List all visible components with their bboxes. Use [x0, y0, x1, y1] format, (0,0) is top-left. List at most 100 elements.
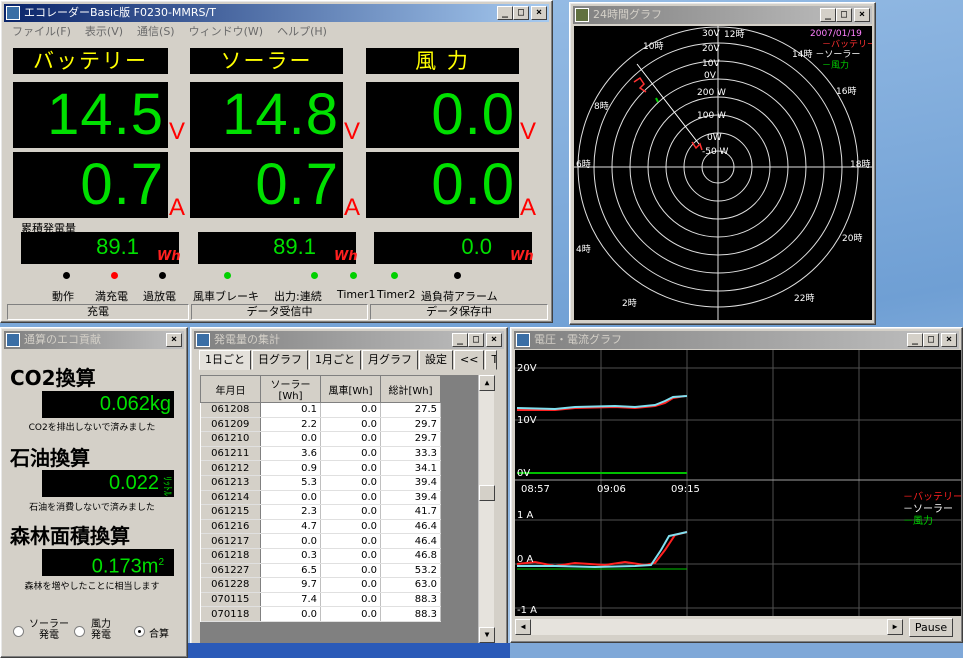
table-row[interactable]: 061218 0.3 0.0 46.8	[200, 548, 441, 564]
cell-wind: 0.0	[320, 417, 381, 433]
cell-date: 061209	[200, 417, 261, 433]
led-wind-brake	[224, 272, 231, 279]
cell-date: 061218	[200, 548, 261, 564]
vi-maximize-button[interactable]: □	[923, 333, 939, 347]
summary-titlebar[interactable]: 発電量の集計 _ □ ×	[194, 331, 504, 349]
close-button[interactable]: ×	[531, 6, 547, 20]
table-row[interactable]: 061208 0.1 0.0 27.5	[200, 402, 441, 418]
cell-solar: 6.5	[260, 563, 321, 579]
oil-unit: ﾘｯﾄﾙ	[161, 476, 172, 496]
cell-solar: 0.0	[260, 490, 321, 506]
cell-date: 061215	[200, 504, 261, 520]
cell-date: 061212	[200, 460, 261, 476]
led-full-charge	[111, 272, 118, 279]
x-label-0857: 08:57	[521, 484, 550, 495]
table-row[interactable]: 061215 2.3 0.0 41.7	[200, 504, 441, 520]
hour-22: 22時	[794, 293, 814, 304]
polar-titlebar[interactable]: 24時間グラフ _ □ ×	[573, 6, 872, 24]
pause-button[interactable]: Pause	[909, 618, 953, 637]
tab-scroll-right[interactable]: T	[485, 350, 498, 370]
ring-label-20v: 20V	[702, 44, 720, 54]
col-wind[interactable]: 風車[Wh]	[320, 375, 381, 403]
tab-settings[interactable]: 設定	[419, 350, 453, 370]
maximize-button[interactable]: □	[513, 6, 529, 20]
col-total[interactable]: 総計[Wh]	[380, 375, 441, 403]
cumulative-solar: 89.1	[198, 232, 356, 264]
scroll-up-button[interactable]: ▲	[479, 375, 495, 391]
menu-view[interactable]: 表示(V)	[85, 23, 123, 41]
cell-wind: 0.0	[320, 446, 381, 462]
col-solar[interactable]: ソーラー[Wh]	[260, 375, 321, 403]
table-row[interactable]: 070115 7.4 0.0 88.3	[200, 592, 441, 608]
menu-window[interactable]: ウィンドウ(W)	[189, 23, 263, 41]
cell-date: 061217	[200, 533, 261, 549]
vi-titlebar[interactable]: 電圧・電流グラフ _ □ ×	[514, 331, 959, 349]
table-row[interactable]: 061212 0.9 0.0 34.1	[200, 460, 441, 476]
vi-app-icon	[516, 333, 530, 347]
summary-minimize-button[interactable]: _	[452, 333, 468, 347]
tab-monthly[interactable]: 1月ごと	[309, 350, 361, 370]
vi-legend-battery: －バッテリー	[903, 491, 961, 503]
vi-close-button[interactable]: ×	[941, 333, 957, 347]
led-overload	[454, 272, 461, 279]
taskbar-strip	[188, 643, 510, 658]
menu-comm[interactable]: 通信(S)	[137, 23, 175, 41]
tab-daily[interactable]: 1日ごと	[199, 350, 251, 370]
summary-close-button[interactable]: ×	[486, 333, 502, 347]
x-label-0915: 09:15	[671, 484, 700, 495]
eco-close-button[interactable]: ×	[166, 333, 182, 347]
summary-maximize-button[interactable]: □	[468, 333, 484, 347]
table-row[interactable]: 070118 0.0 0.0 88.3	[200, 606, 441, 622]
vi-chart: 20V 10V 0V 08:57 09:06 09:15 1 A 0 A -1 …	[515, 350, 961, 616]
table-row[interactable]: 061228 9.7 0.0 63.0	[200, 577, 441, 593]
menu-help[interactable]: ヘルプ(H)	[277, 23, 327, 41]
polar-app-icon	[575, 8, 589, 22]
co2-title: CO2換算	[10, 366, 96, 390]
radio-total[interactable]	[134, 626, 145, 637]
scroll-thumb[interactable]	[479, 485, 495, 501]
vi-hscrollbar[interactable]: ◀ ▶	[515, 619, 903, 635]
status-receiving: データ受信中	[191, 304, 368, 320]
table-row[interactable]: 061209 2.2 0.0 29.7	[200, 417, 441, 433]
vi-minimize-button[interactable]: _	[907, 333, 923, 347]
tab-scroll-left[interactable]: <<	[454, 350, 485, 370]
wind-voltage-unit: V	[520, 118, 537, 145]
polar-maximize-button[interactable]: □	[836, 8, 852, 22]
vi-scroll-left-button[interactable]: ◀	[515, 619, 531, 635]
main-titlebar[interactable]: エコレーダーBasic版 F0230-MMRS/T _ □ ×	[4, 4, 549, 22]
table-row[interactable]: 061213 5.3 0.0 39.4	[200, 475, 441, 491]
table-row[interactable]: 061217 0.0 0.0 46.4	[200, 533, 441, 549]
menu-file[interactable]: ファイル(F)	[12, 23, 71, 41]
table-row[interactable]: 061210 0.0 0.0 29.7	[200, 431, 441, 447]
radio-solar[interactable]	[13, 626, 24, 637]
col-date[interactable]: 年月日	[200, 375, 261, 403]
table-row[interactable]: 061227 6.5 0.0 53.2	[200, 563, 441, 579]
table-header-row: 年月日 ソーラー[Wh] 風車[Wh] 総計[Wh]	[200, 375, 441, 403]
wind-voltage: 0.0	[366, 82, 519, 148]
app-icon	[6, 6, 20, 20]
tab-monthly-graph[interactable]: 月グラフ	[362, 350, 418, 370]
vi-title: 電圧・電流グラフ	[534, 333, 622, 346]
ring-label-30v: 30V	[702, 29, 720, 39]
radio-wind[interactable]	[74, 626, 85, 637]
polar-close-button[interactable]: ×	[854, 8, 870, 22]
hour-16: 16時	[836, 86, 856, 97]
table-row[interactable]: 061216 4.7 0.0 46.4	[200, 519, 441, 535]
ring-label-100w: 100 W	[697, 111, 726, 121]
tab-daily-graph[interactable]: 日グラフ	[252, 350, 308, 370]
polar-minimize-button[interactable]: _	[820, 8, 836, 22]
cell-wind: 0.0	[320, 504, 381, 520]
table-row[interactable]: 061214 0.0 0.0 39.4	[200, 490, 441, 506]
eco-titlebar[interactable]: 通算のエコ貢献 ×	[4, 331, 184, 349]
cell-wind: 0.0	[320, 490, 381, 506]
summary-app-icon	[196, 333, 210, 347]
wind-current-unit: A	[520, 194, 537, 221]
minimize-button[interactable]: _	[497, 6, 513, 20]
table-row[interactable]: 061211 3.6 0.0 33.3	[200, 446, 441, 462]
table-scrollbar[interactable]: ▲ ▼	[478, 375, 495, 643]
vi-scroll-right-button[interactable]: ▶	[887, 619, 903, 635]
scroll-down-button[interactable]: ▼	[479, 627, 495, 643]
battery-voltage-unit: V	[169, 118, 186, 145]
radio-solar-label: ソーラー 発電	[29, 619, 69, 641]
legend-battery: －バッテリー	[822, 39, 872, 50]
